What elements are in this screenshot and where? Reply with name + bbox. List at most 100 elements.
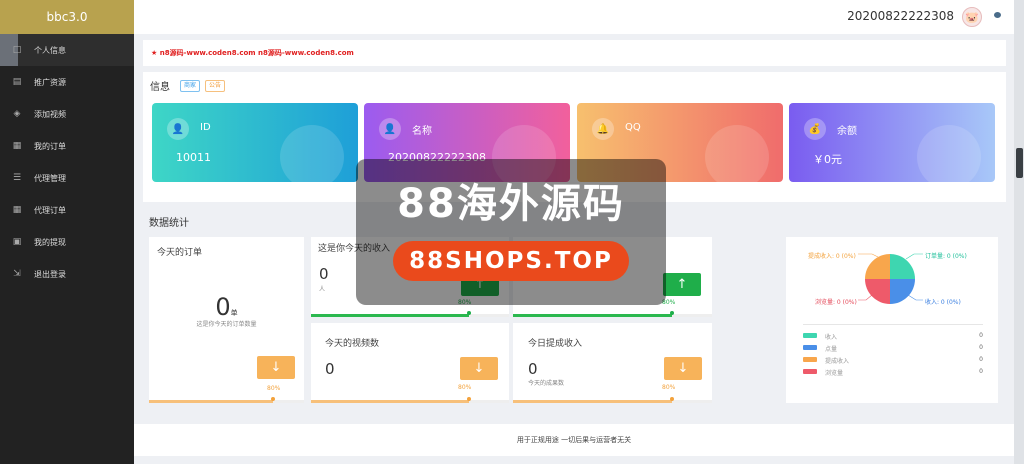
notice-bar[interactable]: ★ n8源码-www.coden8.com n8源码-www.coden8.co… — [143, 40, 1006, 66]
stat-sub: 今天的成果数 — [528, 380, 565, 387]
tag-merchant[interactable]: 商家 — [180, 80, 201, 92]
progress-fill — [513, 400, 673, 403]
sidebar-item-logout[interactable]: ⇲ 退出登录 — [0, 258, 134, 290]
wallet-icon: ▣ — [12, 237, 22, 247]
stat-desc: 这是你今天的订单数量 — [196, 321, 257, 328]
card-label: ID — [200, 122, 211, 133]
legend-row[interactable]: 浏览量 0 — [803, 368, 983, 377]
logout-icon: ⇲ — [13, 269, 21, 279]
divider — [803, 324, 983, 325]
legend-name: 点量 — [825, 346, 838, 353]
legend-value: 0 — [979, 344, 983, 351]
money-bag-icon: 💰 — [804, 118, 826, 140]
brand-logo: bbc3.0 — [0, 0, 134, 34]
sidebar-item-profile[interactable]: □ 个人信息 — [0, 34, 134, 66]
pie-label-orders: 订单量: 0 (0%) — [925, 253, 967, 260]
sidebar-item-promo[interactable]: ▤ 推广资源 — [0, 66, 134, 98]
arrow-up-button[interactable]: ↑ — [663, 273, 701, 296]
stat-title: 今天的视频数 — [325, 339, 380, 349]
info-title: 信息 — [150, 82, 170, 93]
sidebar-item-label: 个人信息 — [34, 45, 66, 55]
progress-bar — [311, 400, 509, 403]
stat-value: 0 — [528, 360, 538, 378]
stats-title: 数据统计 — [149, 218, 189, 229]
sidebar-item-agent-manage[interactable]: ☰ 代理管理 — [0, 162, 134, 194]
legend-row[interactable]: 点量 0 — [803, 344, 983, 353]
pie-slice-orders[interactable] — [890, 254, 915, 279]
layers-icon: ◈ — [13, 109, 21, 119]
card-value: 10011 — [176, 151, 211, 164]
sidebar-item-label: 退出登录 — [34, 269, 66, 279]
legend-row[interactable]: 提成收入 0 — [803, 356, 983, 365]
stat-title: 今日提成收入 — [528, 339, 583, 349]
progress-bar — [311, 314, 509, 317]
legend-swatch — [803, 333, 817, 338]
legend-swatch — [803, 345, 817, 350]
stat-today-videos: 今天的视频数 0 ↓ 80% — [311, 323, 509, 403]
scrollbar[interactable] — [1014, 0, 1024, 464]
watermark-title: 88海外源码 — [397, 181, 625, 227]
list-icon: ☰ — [12, 173, 22, 183]
legend-row[interactable]: 收入 0 — [803, 332, 983, 341]
pie-panel: 提成收入: 0 (0%) 订单量: 0 (0%) 浏览量: 0 (0%) 收入:… — [786, 237, 998, 403]
pie-label-commission: 提成收入: 0 (0%) — [808, 253, 856, 260]
stat-unit: 单 — [230, 309, 238, 317]
sidebar-item-label: 代理订单 — [34, 205, 66, 215]
watermark-domain: 88SHOPS.TOP — [393, 241, 629, 281]
legend-value: 0 — [979, 368, 983, 375]
pie-slice-income[interactable] — [890, 279, 915, 304]
money-bag-ghost-icon — [917, 125, 981, 182]
sidebar-item-agent-orders[interactable]: ▦ 代理订单 — [0, 194, 134, 226]
stat-value: 0 — [319, 265, 329, 283]
card-label: 名称 — [412, 126, 432, 137]
stat-sub: 人 — [319, 286, 326, 293]
sidebar-item-label: 代理管理 — [34, 173, 66, 183]
scrollbar-thumb[interactable] — [1016, 148, 1023, 178]
card-label: QQ — [625, 122, 641, 133]
card-label: 余额 — [837, 126, 857, 137]
big-number: 0单 — [149, 293, 304, 321]
progress-fill — [513, 314, 673, 317]
sidebar-item-add-video[interactable]: ◈ 添加视频 — [0, 98, 134, 130]
stat-today-commission: 今日提成收入 0 今天的成果数 ↓ 80% — [513, 323, 712, 403]
pie-slice-views[interactable] — [865, 279, 890, 304]
pie-chart — [858, 253, 923, 304]
legend-name: 收入 — [825, 334, 838, 341]
card-id: 👤 ID 10011 — [152, 103, 358, 182]
penguin-icon: 🔔 — [592, 118, 614, 140]
user-icon: 👤 — [379, 118, 401, 140]
user-icon: 👤 — [167, 118, 189, 140]
legend-value: 0 — [979, 356, 983, 363]
sidebar-item-label: 添加视频 — [34, 109, 66, 119]
stat-title: 今天的订单 — [157, 248, 203, 258]
arrow-down-button[interactable]: ↓ — [460, 357, 498, 380]
username[interactable]: 20200822222308 — [847, 9, 954, 23]
progress-bar — [149, 400, 304, 403]
copy-icon: ▤ — [12, 77, 22, 87]
avatar[interactable]: 🐷 — [962, 7, 982, 27]
sidebar-item-my-orders[interactable]: ▦ 我的订单 — [0, 130, 134, 162]
progress-fill — [311, 314, 470, 317]
top-bar: 20200822222308 🐷 — [134, 0, 1014, 34]
order-icon: ▦ — [12, 205, 22, 215]
stat-value: 0 — [325, 360, 335, 378]
stat-percent: 80% — [458, 384, 472, 391]
sidebar-item-label: 我的订单 — [34, 141, 66, 151]
user-menu-icon[interactable] — [994, 12, 1001, 18]
progress-fill — [311, 400, 470, 403]
watermark: 88海外源码 88SHOPS.TOP — [356, 159, 666, 305]
legend-swatch — [803, 357, 817, 362]
card-value: ￥0元 — [813, 153, 842, 166]
arrow-down-button[interactable]: ↓ — [257, 356, 295, 379]
sidebar-item-label: 我的提现 — [34, 237, 66, 247]
penguin-ghost-icon — [705, 125, 769, 182]
pie-label-income: 收入: 0 (0%) — [925, 299, 961, 306]
tag-notice[interactable]: 公告 — [205, 80, 226, 92]
progress-bar — [513, 314, 712, 317]
legend-swatch — [803, 369, 817, 374]
sidebar-item-withdraw[interactable]: ▣ 我的提现 — [0, 226, 134, 258]
pie-slice-commission[interactable] — [865, 254, 890, 279]
arrow-down-button[interactable]: ↓ — [664, 357, 702, 380]
pie-label-views: 浏览量: 0 (0%) — [815, 299, 857, 306]
sidebar: bbc3.0 □ 个人信息 ▤ 推广资源 ◈ 添加视频 ▦ 我的订单 ☰ 代理管… — [0, 0, 134, 464]
